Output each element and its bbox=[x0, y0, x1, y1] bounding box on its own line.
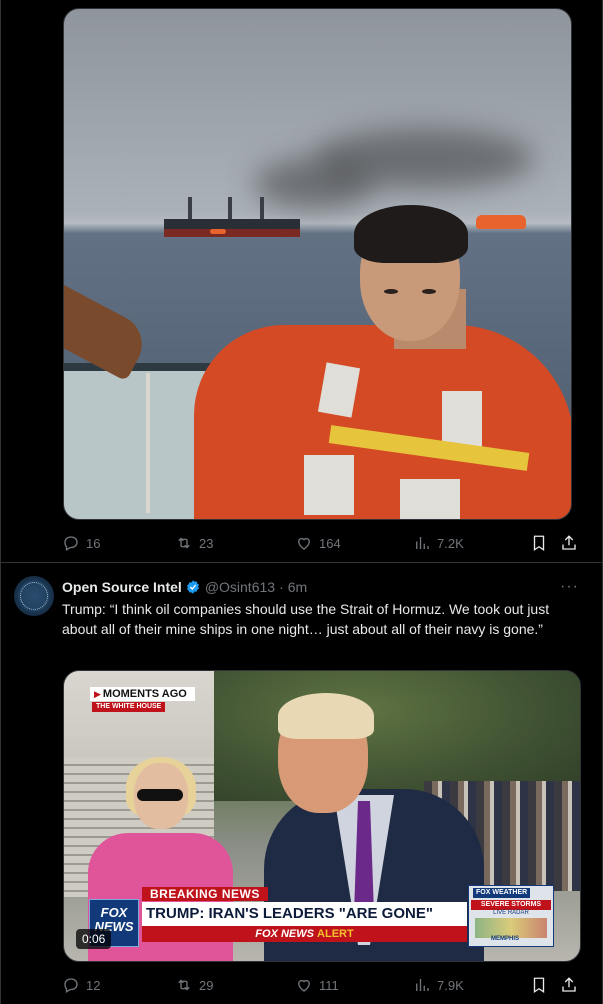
avatar-emblem bbox=[20, 582, 48, 610]
alert-word: ALERT bbox=[317, 928, 354, 940]
tweet-photo[interactable] bbox=[63, 8, 572, 520]
repost-button[interactable]: 29 bbox=[175, 975, 213, 995]
bookmark-icon[interactable] bbox=[530, 534, 548, 552]
reflective-patch bbox=[400, 479, 460, 519]
like-button[interactable]: 111 bbox=[295, 975, 339, 995]
ship-crane bbox=[260, 197, 264, 219]
moments-ago-banner: ▶ MOMENTS AGO bbox=[90, 687, 195, 701]
alert-brand: FOX NEWS bbox=[255, 928, 314, 940]
tweet-author-row: Open Source Intel @Osint613 · 6m bbox=[62, 578, 307, 596]
repost-icon bbox=[178, 979, 190, 991]
alert-bar: FOX NEWS ALERT bbox=[142, 926, 467, 942]
weather-headline: SEVERE STORMS bbox=[471, 900, 551, 910]
reply-count: 12 bbox=[86, 977, 101, 993]
repost-button[interactable]: 23 bbox=[175, 533, 213, 553]
column-border-left bbox=[0, 0, 1, 1004]
rope bbox=[146, 373, 150, 513]
reflective-patch bbox=[442, 391, 482, 449]
dot-separator: · bbox=[279, 579, 284, 595]
weather-city: MEMPHIS bbox=[491, 936, 520, 942]
views-icon bbox=[416, 979, 429, 991]
more-icon[interactable]: ··· bbox=[560, 578, 579, 596]
ship-crane bbox=[188, 197, 192, 219]
tweet2-action-bar: 12 29 111 7.9K bbox=[62, 975, 582, 995]
man-hair bbox=[278, 693, 374, 739]
like-count: 111 bbox=[319, 977, 339, 993]
tweet-video[interactable]: ▶ MOMENTS AGO THE WHITE HOUSE BREAKING NE… bbox=[63, 670, 581, 962]
lifeboat bbox=[476, 215, 526, 229]
views-count: 7.2K bbox=[437, 535, 464, 551]
man-hair bbox=[354, 205, 468, 263]
views-button[interactable]: 7.9K bbox=[413, 975, 464, 995]
share-icon[interactable] bbox=[560, 534, 578, 552]
timeline: 16 23 164 7.2K Open Source Intel @Osint6… bbox=[0, 0, 603, 1004]
location-label: THE WHITE HOUSE bbox=[92, 702, 166, 712]
views-button[interactable]: 7.2K bbox=[413, 533, 464, 553]
like-icon bbox=[298, 537, 310, 550]
life-jacket bbox=[194, 325, 571, 519]
like-count: 164 bbox=[319, 535, 341, 551]
views-count: 7.9K bbox=[437, 977, 464, 993]
like-button[interactable]: 164 bbox=[295, 533, 341, 553]
share-icon[interactable] bbox=[560, 976, 578, 994]
author-name[interactable]: Open Source Intel bbox=[62, 579, 182, 595]
tweet1-action-bar: 16 23 164 7.2K bbox=[62, 533, 582, 553]
tweet-divider bbox=[0, 562, 603, 563]
post-time[interactable]: 6m bbox=[288, 579, 307, 595]
smoke-plume bbox=[314, 129, 534, 189]
reply-button[interactable]: 16 bbox=[62, 533, 100, 553]
reply-button[interactable]: 12 bbox=[62, 975, 100, 995]
bookmark-icon[interactable] bbox=[530, 976, 548, 994]
tweet-text: Trump: “I think oil companies should use… bbox=[62, 601, 550, 637]
ship-crane bbox=[228, 197, 232, 219]
views-icon bbox=[416, 537, 429, 549]
breaking-news-label: BREAKING NEWS bbox=[142, 887, 268, 901]
radar-map bbox=[475, 918, 547, 938]
weather-title: FOX WEATHER bbox=[473, 888, 531, 898]
weather-sub: LIVE RADAR bbox=[493, 910, 529, 916]
author-handle[interactable]: @Osint613 bbox=[205, 579, 275, 595]
moments-label: MOMENTS AGO bbox=[102, 688, 187, 700]
weather-box: FOX WEATHER SEVERE STORMS LIVE RADAR MEM… bbox=[468, 885, 554, 947]
cargo-ship-hull bbox=[164, 229, 300, 237]
reply-count: 16 bbox=[86, 535, 101, 551]
verified-icon bbox=[186, 580, 199, 594]
reply-icon bbox=[64, 536, 78, 551]
eye bbox=[422, 289, 436, 294]
reply-icon bbox=[64, 978, 78, 993]
repost-count: 29 bbox=[199, 977, 214, 993]
chyron-headline: TRUMP: IRAN'S LEADERS "ARE GONE" bbox=[142, 902, 467, 926]
avatar[interactable] bbox=[14, 576, 54, 616]
reflective-patch bbox=[304, 455, 354, 515]
video-timer: 0:06 bbox=[76, 929, 112, 949]
lifeboat bbox=[210, 229, 226, 234]
repost-icon bbox=[178, 537, 190, 549]
sunglasses bbox=[137, 789, 183, 801]
eye bbox=[384, 289, 398, 294]
like-icon bbox=[298, 979, 310, 992]
repost-count: 23 bbox=[199, 535, 214, 551]
play-triangle-icon: ▶ bbox=[94, 689, 101, 699]
